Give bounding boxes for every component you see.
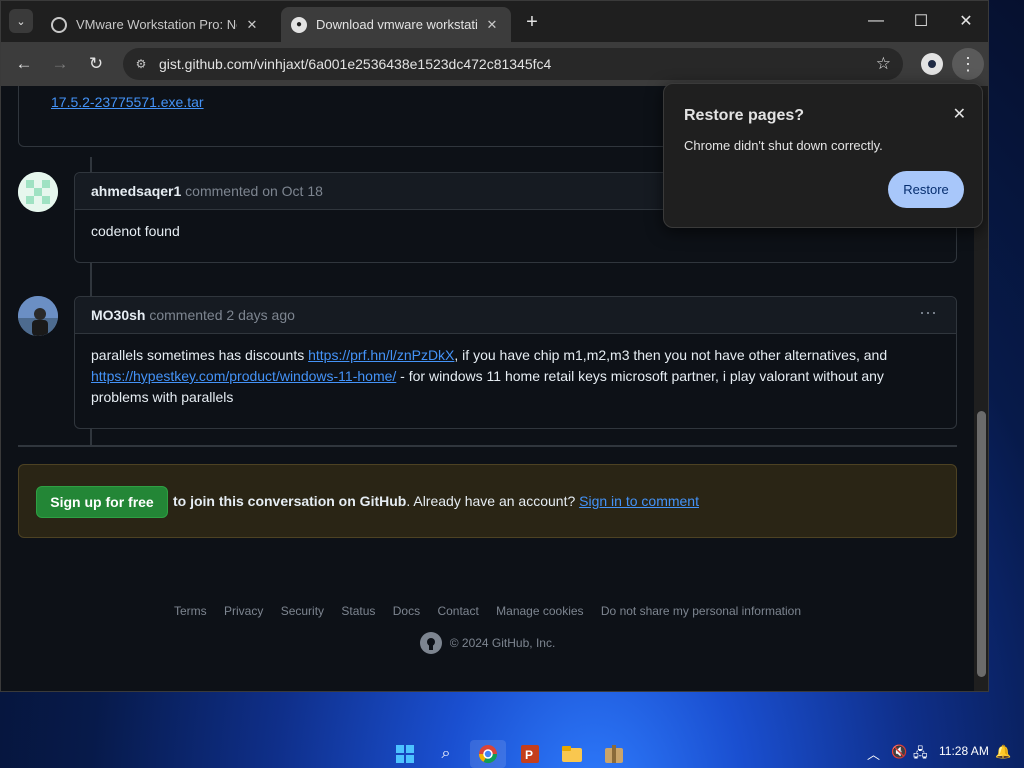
comment-link[interactable]: https://hypestkey.com/product/windows-11…	[91, 368, 396, 384]
footer-link-docs[interactable]: Docs	[393, 604, 420, 618]
taskbar: ⌕ P ︿ 🔇 🖧 11:28 AM 🔔	[0, 738, 1024, 768]
footer: Terms Privacy Security Status Docs Conta…	[1, 604, 974, 654]
avatar[interactable]	[18, 296, 58, 336]
close-icon[interactable]: ✕	[953, 104, 966, 124]
avatar[interactable]	[18, 172, 58, 212]
comment-link[interactable]: https://prf.hn/l/znPzDkX	[308, 347, 454, 363]
file-explorer-icon[interactable]	[554, 740, 590, 768]
user-photo-icon	[18, 296, 58, 336]
browser-toolbar: ← → ↻ ⚙ gist.github.com/vinhjaxt/6a001e2…	[1, 42, 988, 86]
back-button[interactable]: ←	[11, 51, 37, 77]
tab-title: Download vmware workstation	[316, 17, 477, 32]
browser-window: ⌄ VMware Workstation Pro: Now ✕ ● Downlo…	[0, 0, 989, 692]
bookmark-star-icon[interactable]: ☆	[876, 54, 891, 74]
tab-download-vmware[interactable]: ● Download vmware workstation ✕	[281, 7, 511, 42]
restore-button[interactable]: Restore	[888, 171, 964, 208]
sign-in-link[interactable]: Sign in to comment	[579, 493, 699, 509]
footer-link-privacy[interactable]: Privacy	[224, 604, 263, 618]
dialog-message: Chrome didn't shut down correctly.	[684, 138, 883, 153]
signup-text: to join this conversation on GitHub. Alr…	[173, 493, 699, 509]
timeline-line	[90, 263, 92, 296]
url-text[interactable]: gist.github.com/vinhjaxt/6a001e2536438e1…	[159, 56, 551, 72]
github-logo-icon[interactable]	[419, 632, 442, 654]
more-options-icon[interactable]: ⋯	[919, 303, 938, 324]
footer-link-do-not-share[interactable]: Do not share my personal information	[601, 604, 801, 618]
copyright-text: © 2024 GitHub, Inc.	[449, 636, 556, 650]
close-tab-icon[interactable]: ✕	[243, 16, 261, 34]
site-favicon-icon	[51, 16, 67, 33]
footer-copyright: © 2024 GitHub, Inc.	[1, 632, 974, 654]
reload-button[interactable]: ↻	[83, 51, 109, 77]
close-window-button[interactable]: ✕	[944, 7, 988, 35]
comment-text: parallels sometimes has discounts	[91, 347, 309, 363]
footer-link-terms[interactable]: Terms	[174, 604, 207, 618]
sign-up-button[interactable]: Sign up for free	[36, 486, 168, 518]
dialog-title: Restore pages?	[684, 107, 805, 124]
comment-card: MO30sh commented 2 days ago ⋯ parallels …	[74, 296, 957, 429]
divider	[18, 445, 957, 447]
scrollbar-thumb[interactable]	[977, 411, 986, 677]
comment-meta[interactable]: commented on Oct 18	[185, 183, 323, 199]
tab-search-button[interactable]: ⌄	[9, 9, 33, 33]
comment-text: , if you have chip m1,m2,m3 then you not…	[454, 347, 888, 363]
minimize-button[interactable]: —	[854, 7, 898, 35]
search-icon[interactable]: ⌕	[428, 740, 464, 768]
github-favicon-icon: ●	[291, 16, 307, 33]
footer-links: Terms Privacy Security Status Docs Conta…	[1, 604, 974, 618]
powerpoint-app-icon[interactable]: P	[512, 740, 548, 768]
comment-header: MO30sh commented 2 days ago ⋯	[75, 297, 956, 334]
restore-pages-dialog: Restore pages? ✕ Chrome didn't shut down…	[663, 83, 983, 228]
timeline-line	[90, 157, 92, 173]
windows-start-icon[interactable]	[387, 740, 423, 768]
clock-time[interactable]: 11:28 AM	[939, 744, 989, 758]
volume-muted-icon[interactable]: 🔇	[891, 744, 907, 760]
comment-body: parallels sometimes has discounts https:…	[91, 345, 940, 408]
maximize-button[interactable]: ☐	[899, 7, 943, 35]
archive-app-icon[interactable]	[596, 740, 632, 768]
footer-link-manage-cookies[interactable]: Manage cookies	[496, 604, 583, 618]
svg-text:P: P	[525, 748, 533, 762]
signup-text-bold: to join this conversation on GitHub	[173, 493, 407, 509]
tab-title: VMware Workstation Pro: Now	[76, 17, 237, 32]
network-icon[interactable]: 🖧	[913, 744, 928, 766]
chrome-app-icon[interactable]	[470, 740, 506, 768]
show-hidden-icons-icon[interactable]: ︿	[867, 744, 880, 763]
close-tab-icon[interactable]: ✕	[483, 16, 501, 34]
tab-vmware-workstation[interactable]: VMware Workstation Pro: Now ✕	[41, 7, 271, 42]
signup-text-rest: . Already have an account?	[406, 493, 580, 509]
comment-author[interactable]: MO30sh	[91, 307, 145, 323]
address-bar[interactable]: ⚙ gist.github.com/vinhjaxt/6a001e2536438…	[123, 48, 903, 80]
comment-author[interactable]: ahmedsaqer1	[91, 183, 181, 199]
tab-strip: ⌄ VMware Workstation Pro: Now ✕ ● Downlo…	[1, 1, 988, 42]
file-card: 17.5.2-23775571.exe.tar	[18, 86, 698, 147]
profile-extension-icon[interactable]	[921, 53, 943, 75]
new-tab-button[interactable]: +	[521, 11, 543, 33]
notifications-bell-icon[interactable]: 🔔	[995, 744, 1011, 760]
footer-link-contact[interactable]: Contact	[437, 604, 478, 618]
signup-banner: Sign up for free to join this conversati…	[18, 464, 957, 538]
timeline-line	[90, 429, 92, 446]
site-info-icon[interactable]: ⚙	[133, 56, 149, 72]
identicon-icon	[18, 172, 58, 212]
forward-button[interactable]: →	[47, 51, 73, 77]
footer-link-security[interactable]: Security	[281, 604, 324, 618]
file-link[interactable]: 17.5.2-23775571.exe.tar	[51, 94, 204, 110]
chrome-menu-button[interactable]: ⋮	[952, 48, 984, 80]
footer-link-status[interactable]: Status	[341, 604, 375, 618]
comment-meta[interactable]: commented 2 days ago	[149, 307, 295, 323]
